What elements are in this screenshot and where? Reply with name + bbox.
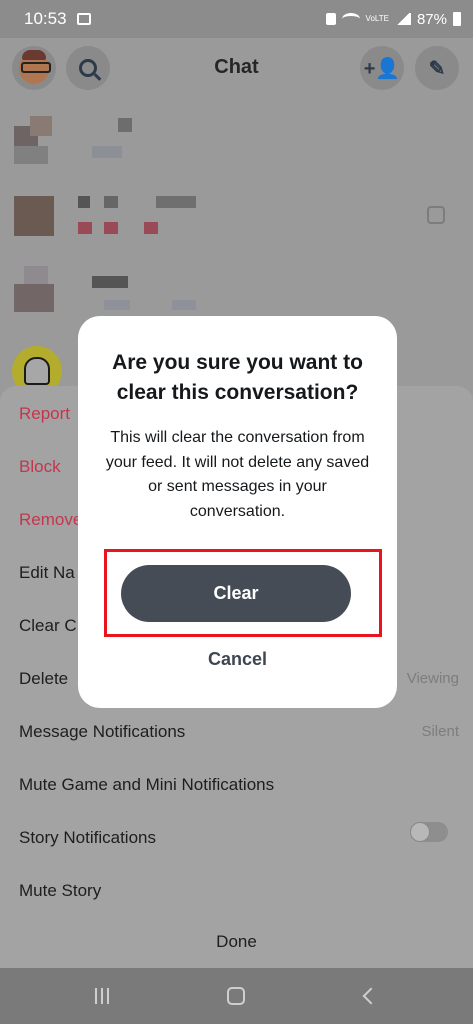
pixelated-name <box>92 276 128 288</box>
dialog-title: Are you sure you want to clear this conv… <box>112 351 363 404</box>
status-bar: 10:53 VoLTE 87% <box>0 0 473 38</box>
remove-option[interactable]: Remove <box>19 510 82 530</box>
ghost-icon <box>24 357 50 385</box>
new-chat-icon: ✎ <box>428 57 446 80</box>
toggle-knob <box>410 822 430 842</box>
pixelated-avatar <box>14 284 54 312</box>
story-notifications-toggle[interactable] <box>410 822 448 842</box>
story-notifications-option[interactable]: Story Notifications <box>19 828 156 848</box>
signal-icon <box>394 13 411 25</box>
pixelated-preview <box>104 300 130 310</box>
volte-icon: VoLTE <box>365 14 389 23</box>
back-icon <box>362 987 380 1005</box>
wifi-icon <box>341 13 360 25</box>
dialog-message: This will clear the conversation from yo… <box>105 429 370 520</box>
battery-percent: 87% <box>416 10 447 28</box>
mute-game-notifications-option[interactable]: Mute Game and Mini Notifications <box>19 775 274 795</box>
pixelated-preview <box>172 300 196 310</box>
chat-header: Chat +👤 ✎ <box>0 38 473 100</box>
pixelated-preview <box>104 222 118 234</box>
pixelated-preview <box>78 222 92 234</box>
recents-icon <box>95 988 109 1004</box>
home-button[interactable] <box>216 982 256 1010</box>
pixelated-name <box>118 118 132 132</box>
back-button[interactable] <box>348 982 388 1010</box>
chat-list-item[interactable] <box>0 186 473 254</box>
message-notifications-value: Silent <box>421 723 459 740</box>
pixelated-name <box>104 196 118 208</box>
add-friend-button[interactable]: +👤 <box>360 46 404 90</box>
pixelated-avatar <box>14 146 48 164</box>
pixelated-avatar <box>24 266 48 286</box>
clear-conversation-dialog: Are you sure you want to clear this conv… <box>78 316 397 708</box>
battery-icon <box>453 12 461 26</box>
system-nav-bar <box>0 968 473 1024</box>
block-option[interactable]: Block <box>19 457 61 477</box>
done-button[interactable]: Done <box>0 932 473 952</box>
pixelated-avatar <box>30 116 52 136</box>
mute-story-option[interactable]: Mute Story <box>19 881 101 901</box>
lock-icon <box>325 13 336 25</box>
status-time: 10:53 <box>24 9 67 28</box>
delete-option-value: Viewing <box>406 670 459 687</box>
pixelated-preview <box>144 222 158 234</box>
clear-conversation-option[interactable]: Clear C <box>19 616 77 636</box>
chat-list-item[interactable] <box>0 112 473 180</box>
recents-button[interactable] <box>82 982 122 1010</box>
clear-button[interactable]: Clear <box>121 565 351 622</box>
home-icon <box>227 987 245 1005</box>
gallery-icon <box>76 13 91 25</box>
report-option[interactable]: Report <box>19 404 70 424</box>
pixelated-preview <box>92 146 122 158</box>
pixelated-avatar <box>14 196 54 236</box>
cancel-button[interactable]: Cancel <box>78 649 397 670</box>
delete-option[interactable]: Delete <box>19 669 68 689</box>
edit-name-option[interactable]: Edit Na <box>19 563 75 583</box>
reply-icon[interactable] <box>427 206 445 224</box>
pixelated-name <box>156 196 196 208</box>
add-friend-icon: +👤 <box>363 57 401 80</box>
new-chat-button[interactable]: ✎ <box>415 46 459 90</box>
pixelated-name <box>78 196 90 208</box>
message-notifications-option[interactable]: Message Notifications <box>19 722 185 742</box>
